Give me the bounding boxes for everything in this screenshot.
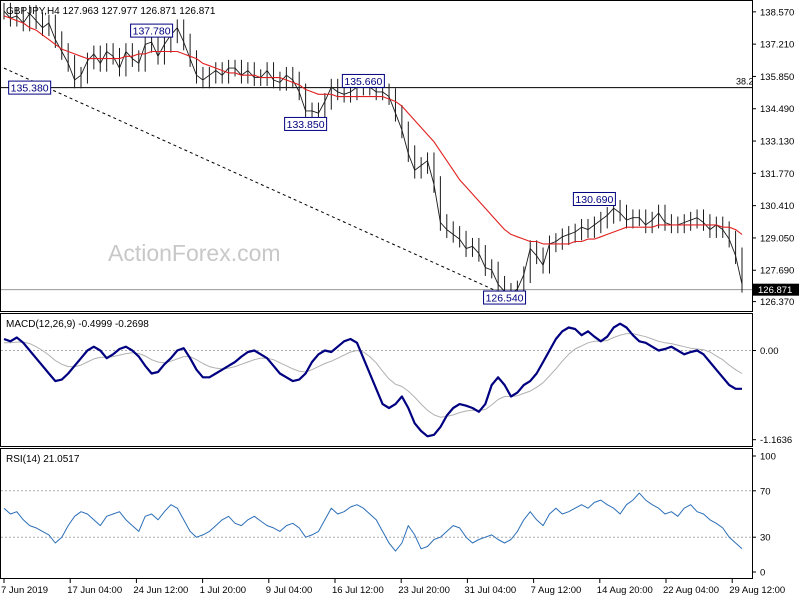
x-tick-label: 16 Jul 12:00 [332,585,384,596]
annotation-label: 133.850 [287,119,325,131]
x-tick-label: 23 Jul 20:00 [398,585,450,596]
rsi-y-tick-label: 30 [760,533,771,544]
x-tick-label: 31 Jul 04:00 [464,585,516,596]
x-tick-label: 24 Jun 12:00 [133,585,188,596]
price-y-tick-label: 137.210 [760,40,794,51]
x-tick-label: 7 Aug 12:00 [531,585,582,596]
price-annotation: 133.850 [284,116,328,131]
price-y-tick-label: 127.690 [760,266,794,277]
price-annotation: 135.380 [8,80,52,95]
x-tick-label: 1 Jul 20:00 [200,585,246,596]
price-y-tick-label: 129.050 [760,233,794,244]
price-y-tick-label: 138.570 [760,7,794,18]
x-tick-label: 29 Aug 12:00 [729,585,785,596]
forex-chart: ActionForex.com 38.2 137.780 135.380 135.66… [0,0,799,596]
last-price-label: 126.871 [758,285,792,296]
annotation-label: 135.660 [344,76,382,88]
annotation-label: 137.780 [133,26,171,38]
price-annotation: 137.780 [130,23,174,38]
price-y-tick-label: 134.490 [760,104,794,115]
annotation-label: 126.540 [486,293,524,305]
macd-y-tick-label: -1.1636 [760,435,792,446]
annotation-label: 135.380 [11,83,49,95]
x-tick-label: 9 Jul 04:00 [266,585,312,596]
x-tick-label: 7 Jun 2019 [1,585,48,596]
macd-y-tick-label: 0.00 [760,346,779,357]
annotation-label: 130.690 [575,194,613,206]
price-y-tick-label: 133.130 [760,137,794,148]
price-y-tick-label: 131.770 [760,169,794,180]
x-tick-label: 14 Aug 20:00 [597,585,653,596]
rsi-y-tick-label: 70 [760,486,771,497]
fib-label: 38.2 [736,77,754,87]
x-tick-label: 22 Aug 04:00 [663,585,719,596]
rsi-title: RSI(14) 21.0517 [6,454,80,465]
macd-title: MACD(12,26,9) -0.4999 -0.2698 [6,319,149,330]
price-y-tick-label: 126.370 [760,297,794,308]
rsi-y-tick-label: 100 [760,452,776,463]
price-y-tick-label: 135.850 [760,72,794,83]
price-annotation: 126.540 [483,290,527,305]
watermark: ActionForex.com [108,240,281,266]
price-annotation: 130.690 [572,191,616,206]
x-tick-label: 17 Jun 04:00 [67,585,122,596]
axis-layer: 7 Jun 2019 17 Jun 04:00 24 Jun 12:00 1 Jul … [1,579,785,596]
price-annotation: 135.660 [341,73,385,88]
macd-panel [0,313,753,447]
price-title: GBPJPY,H4 127.963 127.977 126.871 126.87… [6,6,216,17]
price-y-tick-label: 130.410 [760,201,794,212]
rsi-y-tick-label: 0 [760,568,765,579]
